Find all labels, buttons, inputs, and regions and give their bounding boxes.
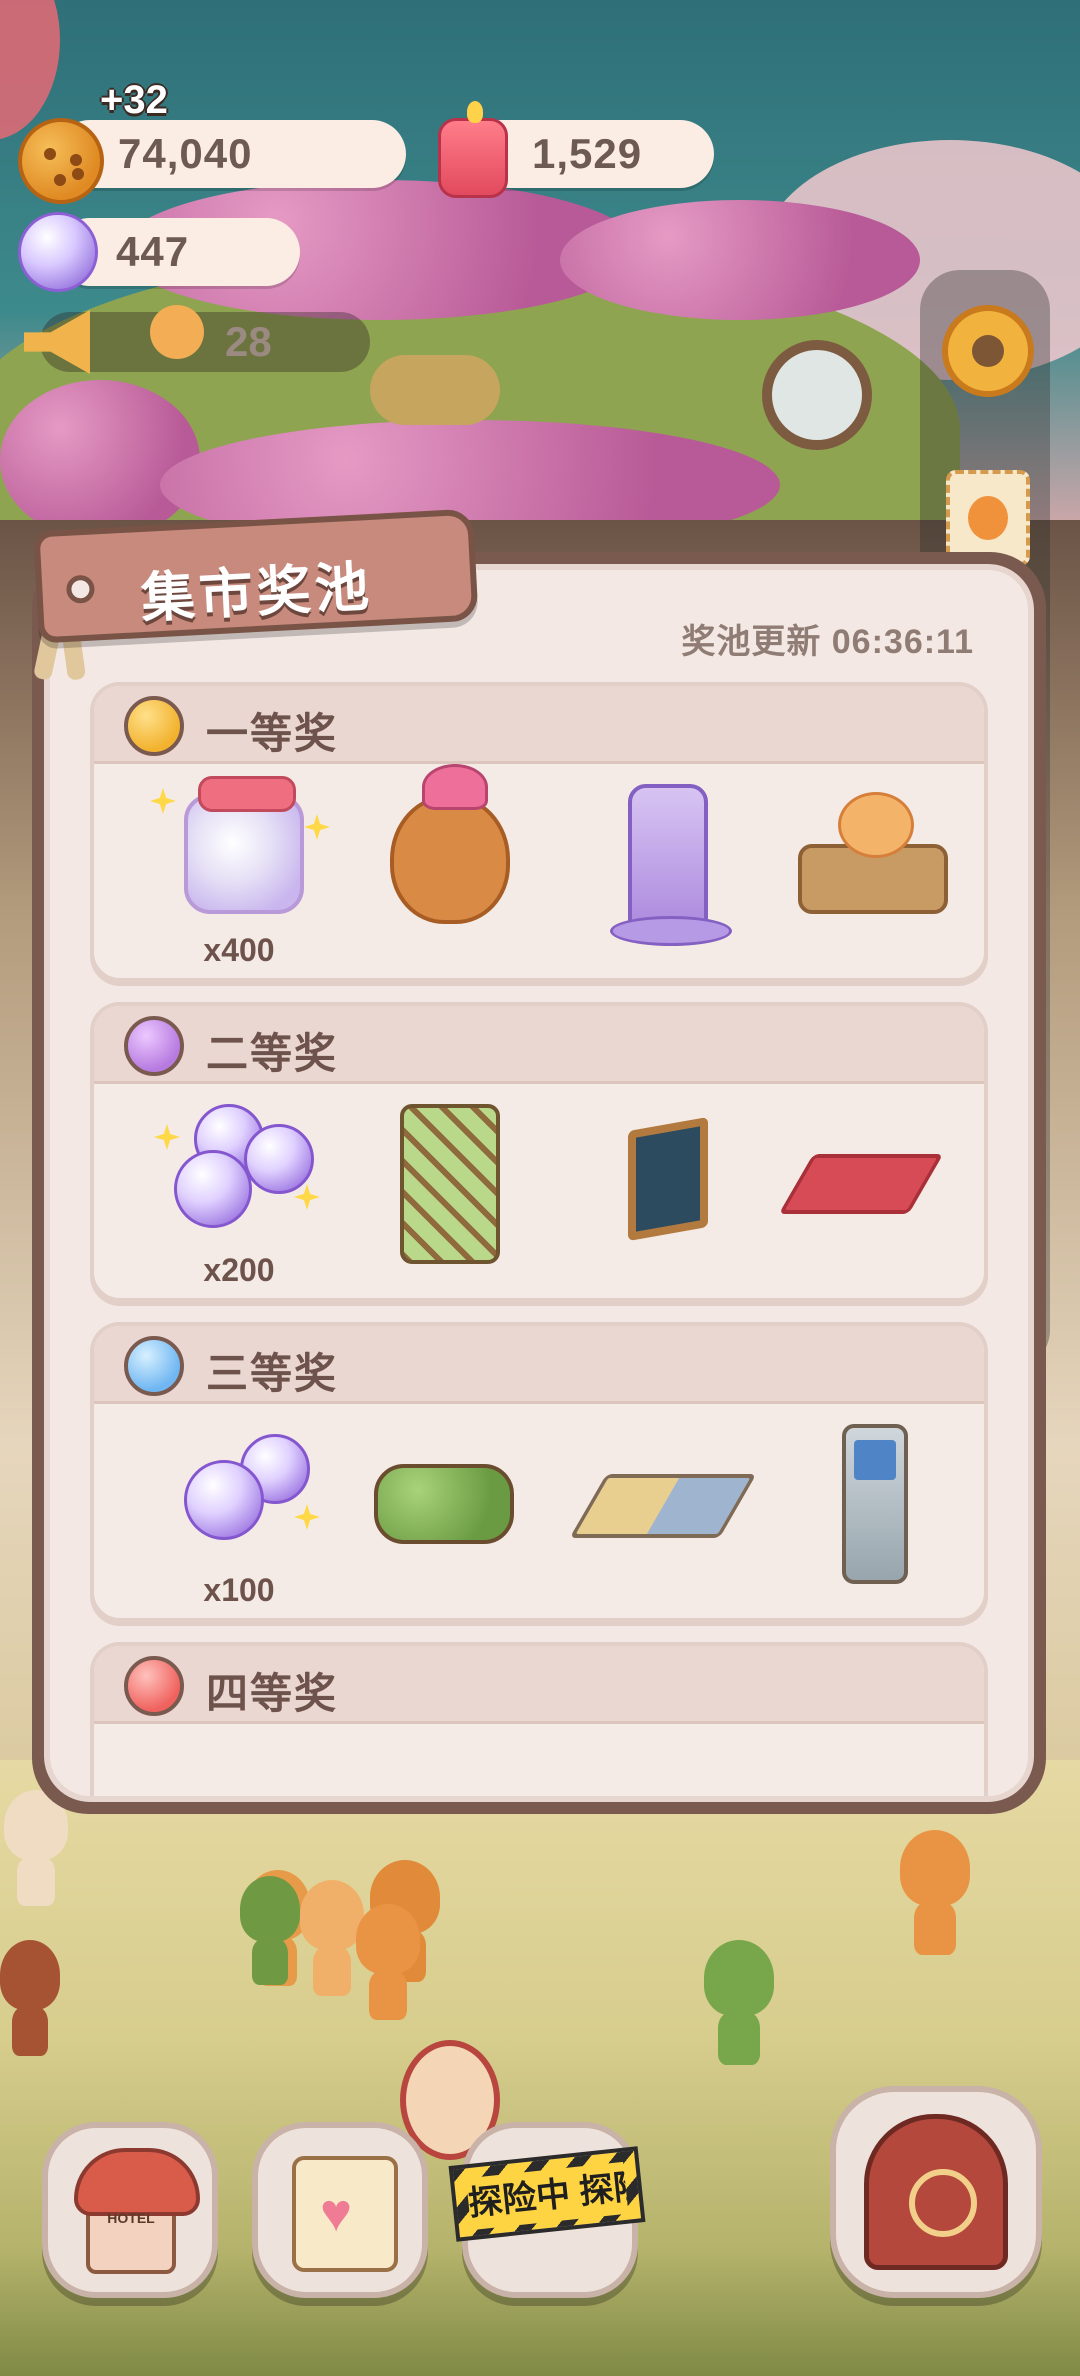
pool-refresh-timer: 奖池更新 06:36:11 bbox=[681, 623, 974, 661]
prize-qty: x200 bbox=[203, 1252, 275, 1288]
tier-header: 三等奖 bbox=[94, 1326, 984, 1404]
candy-currency-icon bbox=[18, 212, 98, 292]
prize-qty: x400 bbox=[203, 932, 275, 968]
tier-title: 一等奖 bbox=[206, 710, 339, 757]
tier-title: 三等奖 bbox=[206, 1350, 339, 1397]
hotel-icon: HOTEL bbox=[74, 2148, 200, 2274]
bear-shape bbox=[390, 764, 510, 924]
visitor-count: 28 bbox=[225, 318, 272, 365]
gingerbread-npc[interactable] bbox=[900, 1830, 970, 1956]
sparkle-icon bbox=[294, 1504, 320, 1530]
dialog-title: 集市奖池 bbox=[139, 556, 375, 630]
trellis-shape bbox=[400, 1104, 500, 1264]
notebook-icon bbox=[292, 2156, 398, 2272]
phone-board-icon[interactable] bbox=[776, 1414, 966, 1604]
tier-header: 四等奖 bbox=[94, 1646, 984, 1724]
dialog-title-tag: 集市奖池 bbox=[33, 508, 479, 644]
flower-garland bbox=[560, 200, 920, 320]
jar-shape bbox=[184, 776, 304, 914]
tier-third-prize: 三等奖 x100 bbox=[90, 1322, 988, 1622]
circus-button[interactable] bbox=[830, 2086, 1042, 2298]
gingerbread-npc[interactable] bbox=[0, 1940, 60, 2056]
candy-pair-icon[interactable]: x100 bbox=[144, 1414, 334, 1608]
sparkle-icon bbox=[304, 814, 330, 840]
cat-tower-icon[interactable] bbox=[568, 774, 758, 964]
prize-pool-dialog: 奖池更新 06:36:11 一等奖 x400 二等奖 x200 三等奖 x100… bbox=[32, 552, 1046, 1814]
visitor-icon bbox=[150, 305, 204, 359]
phone-shape bbox=[842, 1424, 908, 1584]
flower-planter-icon[interactable] bbox=[350, 1414, 540, 1604]
hotel-label: HOTEL bbox=[107, 2210, 155, 2226]
tier-header: 一等奖 bbox=[94, 686, 984, 764]
puzzle-mat-icon[interactable] bbox=[568, 1414, 758, 1604]
candle-amount: 1,529 bbox=[532, 130, 643, 177]
vine-trellis-icon[interactable] bbox=[350, 1094, 540, 1284]
round-window bbox=[762, 340, 872, 450]
tier-title: 二等奖 bbox=[206, 1030, 339, 1077]
flower-garland bbox=[0, 380, 200, 540]
gain-popup: +32 bbox=[100, 78, 168, 122]
picture-frames-icon[interactable] bbox=[568, 1094, 758, 1284]
blue-orb-icon bbox=[124, 1336, 184, 1396]
purple-orb-icon bbox=[124, 1016, 184, 1076]
sparkle-icon bbox=[154, 1124, 180, 1150]
dialog-body: 奖池更新 06:36:11 一等奖 x400 二等奖 x200 三等奖 x100… bbox=[44, 564, 1034, 1802]
candy-shape bbox=[244, 1124, 314, 1194]
candy-shape bbox=[174, 1150, 252, 1228]
tier-second-prize: 二等奖 x200 bbox=[90, 1002, 988, 1302]
teddy-bear-icon[interactable] bbox=[350, 764, 540, 964]
heart-ornament bbox=[370, 355, 500, 425]
rug-shape bbox=[778, 1154, 944, 1214]
gingerbread-npc[interactable] bbox=[704, 1940, 774, 2066]
candy-pile-icon[interactable]: x200 bbox=[144, 1094, 334, 1288]
prize-qty: x100 bbox=[203, 1572, 275, 1608]
prize-items: x200 bbox=[94, 1084, 984, 1298]
candy-amount: 447 bbox=[116, 228, 190, 275]
prize-items: x100 bbox=[94, 1404, 984, 1618]
cart-shape bbox=[798, 792, 948, 914]
cat-tower-shape bbox=[610, 784, 732, 946]
gold-orb-icon bbox=[124, 696, 184, 756]
frame-shape bbox=[628, 1116, 708, 1242]
cookie-currency-icon bbox=[18, 118, 104, 204]
sparkle-icon bbox=[150, 788, 176, 814]
red-rug-icon[interactable] bbox=[776, 1094, 966, 1284]
gingerbread-npc[interactable] bbox=[300, 1880, 364, 1996]
candle-currency-icon bbox=[438, 101, 508, 198]
candy-jar-icon[interactable]: x400 bbox=[144, 774, 334, 968]
tier-fourth-prize: 四等奖 bbox=[90, 1642, 988, 1796]
cookie-counter[interactable]: 74,040 bbox=[56, 120, 406, 188]
exploring-label: 探险中 探险 bbox=[465, 2161, 629, 2231]
gingerbread-npc[interactable] bbox=[356, 1904, 420, 2020]
hotel-button[interactable]: HOTEL bbox=[42, 2122, 218, 2298]
cake-cart-icon[interactable] bbox=[776, 774, 966, 964]
candy-shape bbox=[184, 1460, 264, 1540]
planter-shape bbox=[374, 1464, 514, 1544]
circus-tent-icon bbox=[864, 2114, 1008, 2270]
red-orb-icon bbox=[124, 1656, 184, 1716]
gingerbread-npc[interactable] bbox=[240, 1876, 300, 1985]
prize-items: x400 bbox=[94, 764, 984, 978]
gear-icon[interactable] bbox=[942, 305, 1034, 397]
tier-first-prize: 一等奖 x400 bbox=[90, 682, 988, 982]
notebook-button[interactable] bbox=[252, 2122, 428, 2298]
tier-header: 二等奖 bbox=[94, 1006, 984, 1084]
puzzle-shape bbox=[569, 1474, 757, 1538]
tier-title: 四等奖 bbox=[206, 1670, 339, 1717]
cookie-amount: 74,040 bbox=[118, 130, 253, 177]
